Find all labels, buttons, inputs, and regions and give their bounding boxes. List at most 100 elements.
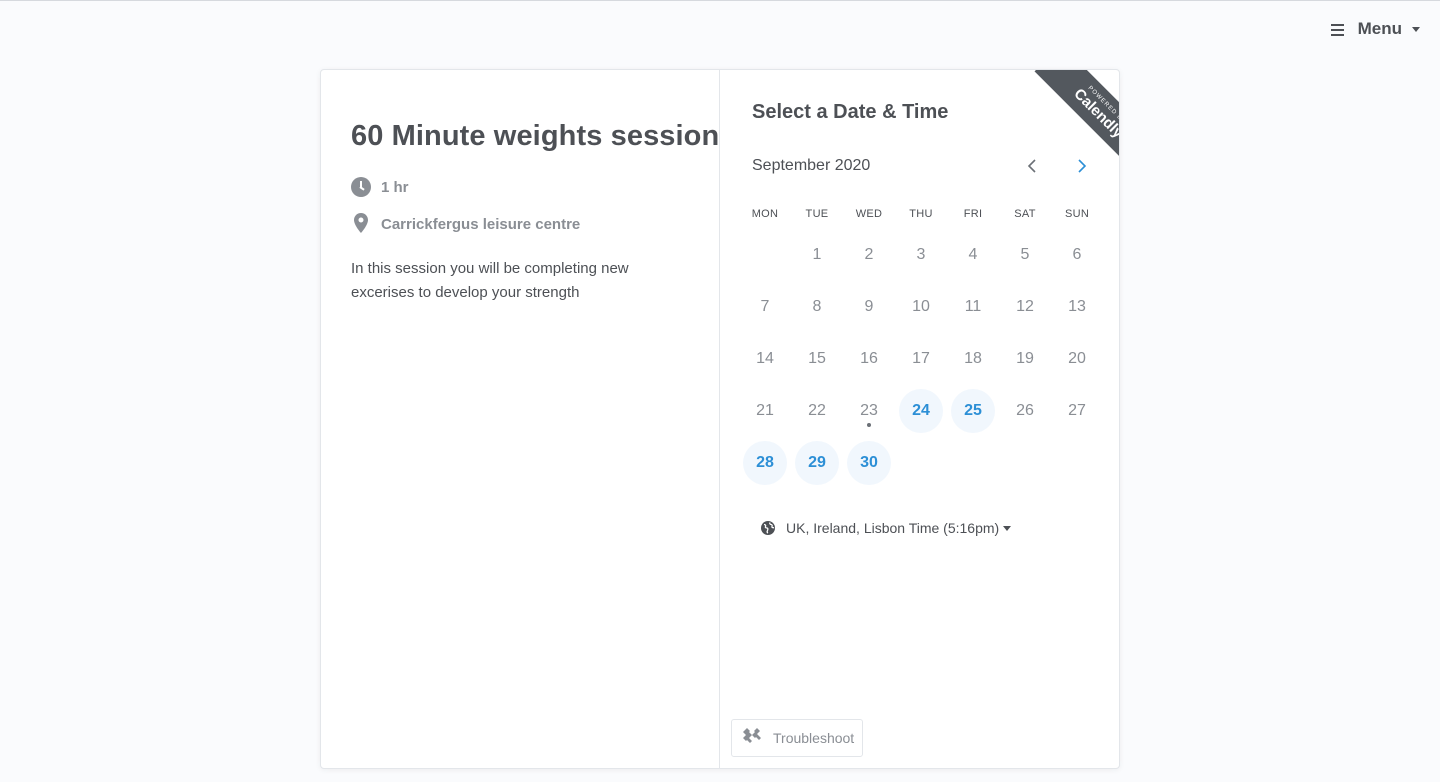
caret-down-icon	[1412, 26, 1420, 32]
calendar-day-unavailable: 8	[791, 281, 843, 333]
previous-month-button[interactable]	[1020, 154, 1044, 178]
calendar-empty-cell	[739, 229, 791, 281]
calendar-day-unavailable: 3	[895, 229, 947, 281]
event-duration: 1 hr	[351, 177, 409, 197]
calendar-day-unavailable: 4	[947, 229, 999, 281]
today-indicator-dot	[867, 423, 871, 427]
calendar-day-unavailable: 27	[1051, 385, 1103, 437]
calendar-day-available[interactable]: 29	[791, 437, 843, 489]
calendar-day-number: 24	[899, 389, 943, 433]
weekday-header: MON TUE WED THU FRI SAT SUN	[739, 208, 1103, 220]
weekday-label: FRI	[963, 208, 983, 220]
calendar-day-unavailable: 2	[843, 229, 895, 281]
timezone-text: UK, Ireland, Lisbon Time (5:16pm)	[786, 520, 1000, 536]
clock-icon	[351, 177, 371, 197]
troubleshoot-button[interactable]: Troubleshoot	[731, 719, 863, 757]
calendar-day-number: 20	[1068, 350, 1086, 367]
location-pin-icon	[351, 213, 371, 235]
next-month-button[interactable]	[1070, 154, 1094, 178]
calendar-day-unavailable: 14	[739, 333, 791, 385]
calendar-day-unavailable: 13	[1051, 281, 1103, 333]
calendar-day-available[interactable]: 24	[895, 385, 947, 437]
calendar-day-unavailable: 17	[895, 333, 947, 385]
calendar-grid: 1 2 3 4 5 6 7 8 9 10 11 12 13 14 15 16 17 18 19 20 21 22 23 24 2…	[739, 229, 1103, 489]
calendar-day-unavailable: 15	[791, 333, 843, 385]
calendar-day-available[interactable]: 30	[843, 437, 895, 489]
calendar-empty-cell	[999, 437, 1051, 489]
chevron-right-icon	[1078, 159, 1087, 173]
calendar-day-number: 18	[964, 350, 982, 367]
wrench-icon	[743, 728, 761, 743]
calendar-week-row: 21 22 23 24 25 26 27	[739, 385, 1103, 437]
weekday-label: TUE	[805, 208, 829, 220]
duration-text: 1 hr	[381, 178, 409, 196]
calendar-day-unavailable: 16	[843, 333, 895, 385]
calendar-day-number: 7	[760, 298, 770, 315]
weekday-label: SUN	[1064, 208, 1090, 220]
menu-button[interactable]: Menu	[1330, 18, 1420, 40]
weekday-label: MON	[751, 208, 779, 220]
calendar-day-number: 4	[968, 246, 978, 263]
calendar-day-number: 1	[812, 246, 822, 263]
calendar-day-number: 2	[864, 246, 874, 263]
calendar-day-unavailable: 18	[947, 333, 999, 385]
calendar-day-number: 12	[1016, 298, 1034, 315]
calendar-day-unavailable: 26	[999, 385, 1051, 437]
chevron-left-icon	[1027, 159, 1036, 173]
calendar-day-unavailable: 20	[1051, 333, 1103, 385]
calendar-day-number: 23	[860, 402, 878, 419]
event-details-panel: 60 Minute weights session 1 hr Carrickfe…	[321, 70, 720, 768]
calendar-day-unavailable: 5	[999, 229, 1051, 281]
date-picker-panel: Select a Date & Time POWERED BY Calendly…	[720, 70, 1119, 768]
calendar-day-number: 30	[847, 441, 891, 485]
calendar-day-available[interactable]: 25	[947, 385, 999, 437]
event-location: Carrickfergus leisure centre	[351, 213, 580, 235]
calendar-day-number: 19	[1016, 350, 1034, 367]
hamburger-icon	[1330, 24, 1344, 36]
calendar-day-number: 5	[1020, 246, 1030, 263]
calendar-day-unavailable: 22	[791, 385, 843, 437]
calendar-day-unavailable: 1	[791, 229, 843, 281]
calendar-week-row: 1 2 3 4 5 6	[739, 229, 1103, 281]
calendar-day-unavailable: 11	[947, 281, 999, 333]
calendar-day-number: 26	[1016, 402, 1034, 419]
calendar-day-number: 25	[951, 389, 995, 433]
weekday-label: WED	[855, 208, 883, 220]
calendar-empty-cell	[1051, 437, 1103, 489]
calendar-day-unavailable: 6	[1051, 229, 1103, 281]
calendar-week-row: 7 8 9 10 11 12 13	[739, 281, 1103, 333]
calendar-day-number: 10	[912, 298, 930, 315]
calendar-day-number: 28	[743, 441, 787, 485]
calendar-day-number: 6	[1072, 246, 1082, 263]
calendar-day-unavailable: 23	[843, 385, 895, 437]
calendar-day-number: 3	[916, 246, 926, 263]
calendar-day-number: 11	[964, 298, 982, 315]
calendar-day-number: 8	[812, 298, 822, 315]
calendar-day-number: 16	[860, 350, 878, 367]
caret-down-icon	[1003, 525, 1012, 531]
calendar-day-number: 13	[1068, 298, 1086, 315]
calendar-day-unavailable: 19	[999, 333, 1051, 385]
calendar-week-row: 14 15 16 17 18 19 20	[739, 333, 1103, 385]
calendar-day-number: 9	[864, 298, 874, 315]
calendar-day-unavailable: 7	[739, 281, 791, 333]
timezone-selector[interactable]: UK, Ireland, Lisbon Time (5:16pm)	[760, 520, 1012, 536]
location-text: Carrickfergus leisure centre	[381, 215, 581, 233]
weekday-label: SAT	[1014, 208, 1036, 220]
globe-icon	[761, 521, 775, 535]
calendar-day-unavailable: 12	[999, 281, 1051, 333]
top-border	[0, 0, 1440, 3]
calendar-day-number: 17	[912, 350, 930, 367]
calendar-day-number: 21	[756, 402, 774, 419]
calendar-day-number: 29	[795, 441, 839, 485]
calendar-day-number: 14	[756, 350, 774, 367]
select-date-heading: Select a Date & Time	[752, 101, 949, 123]
calendar-empty-cell	[895, 437, 947, 489]
weekday-label: THU	[909, 208, 933, 220]
calendar-empty-cell	[947, 437, 999, 489]
month-label: September 2020	[752, 157, 871, 174]
calendar-day-available[interactable]: 28	[739, 437, 791, 489]
calendar-day-unavailable: 9	[843, 281, 895, 333]
troubleshoot-label: Troubleshoot	[773, 730, 855, 746]
event-description: In this session you will be completing n…	[351, 260, 629, 301]
